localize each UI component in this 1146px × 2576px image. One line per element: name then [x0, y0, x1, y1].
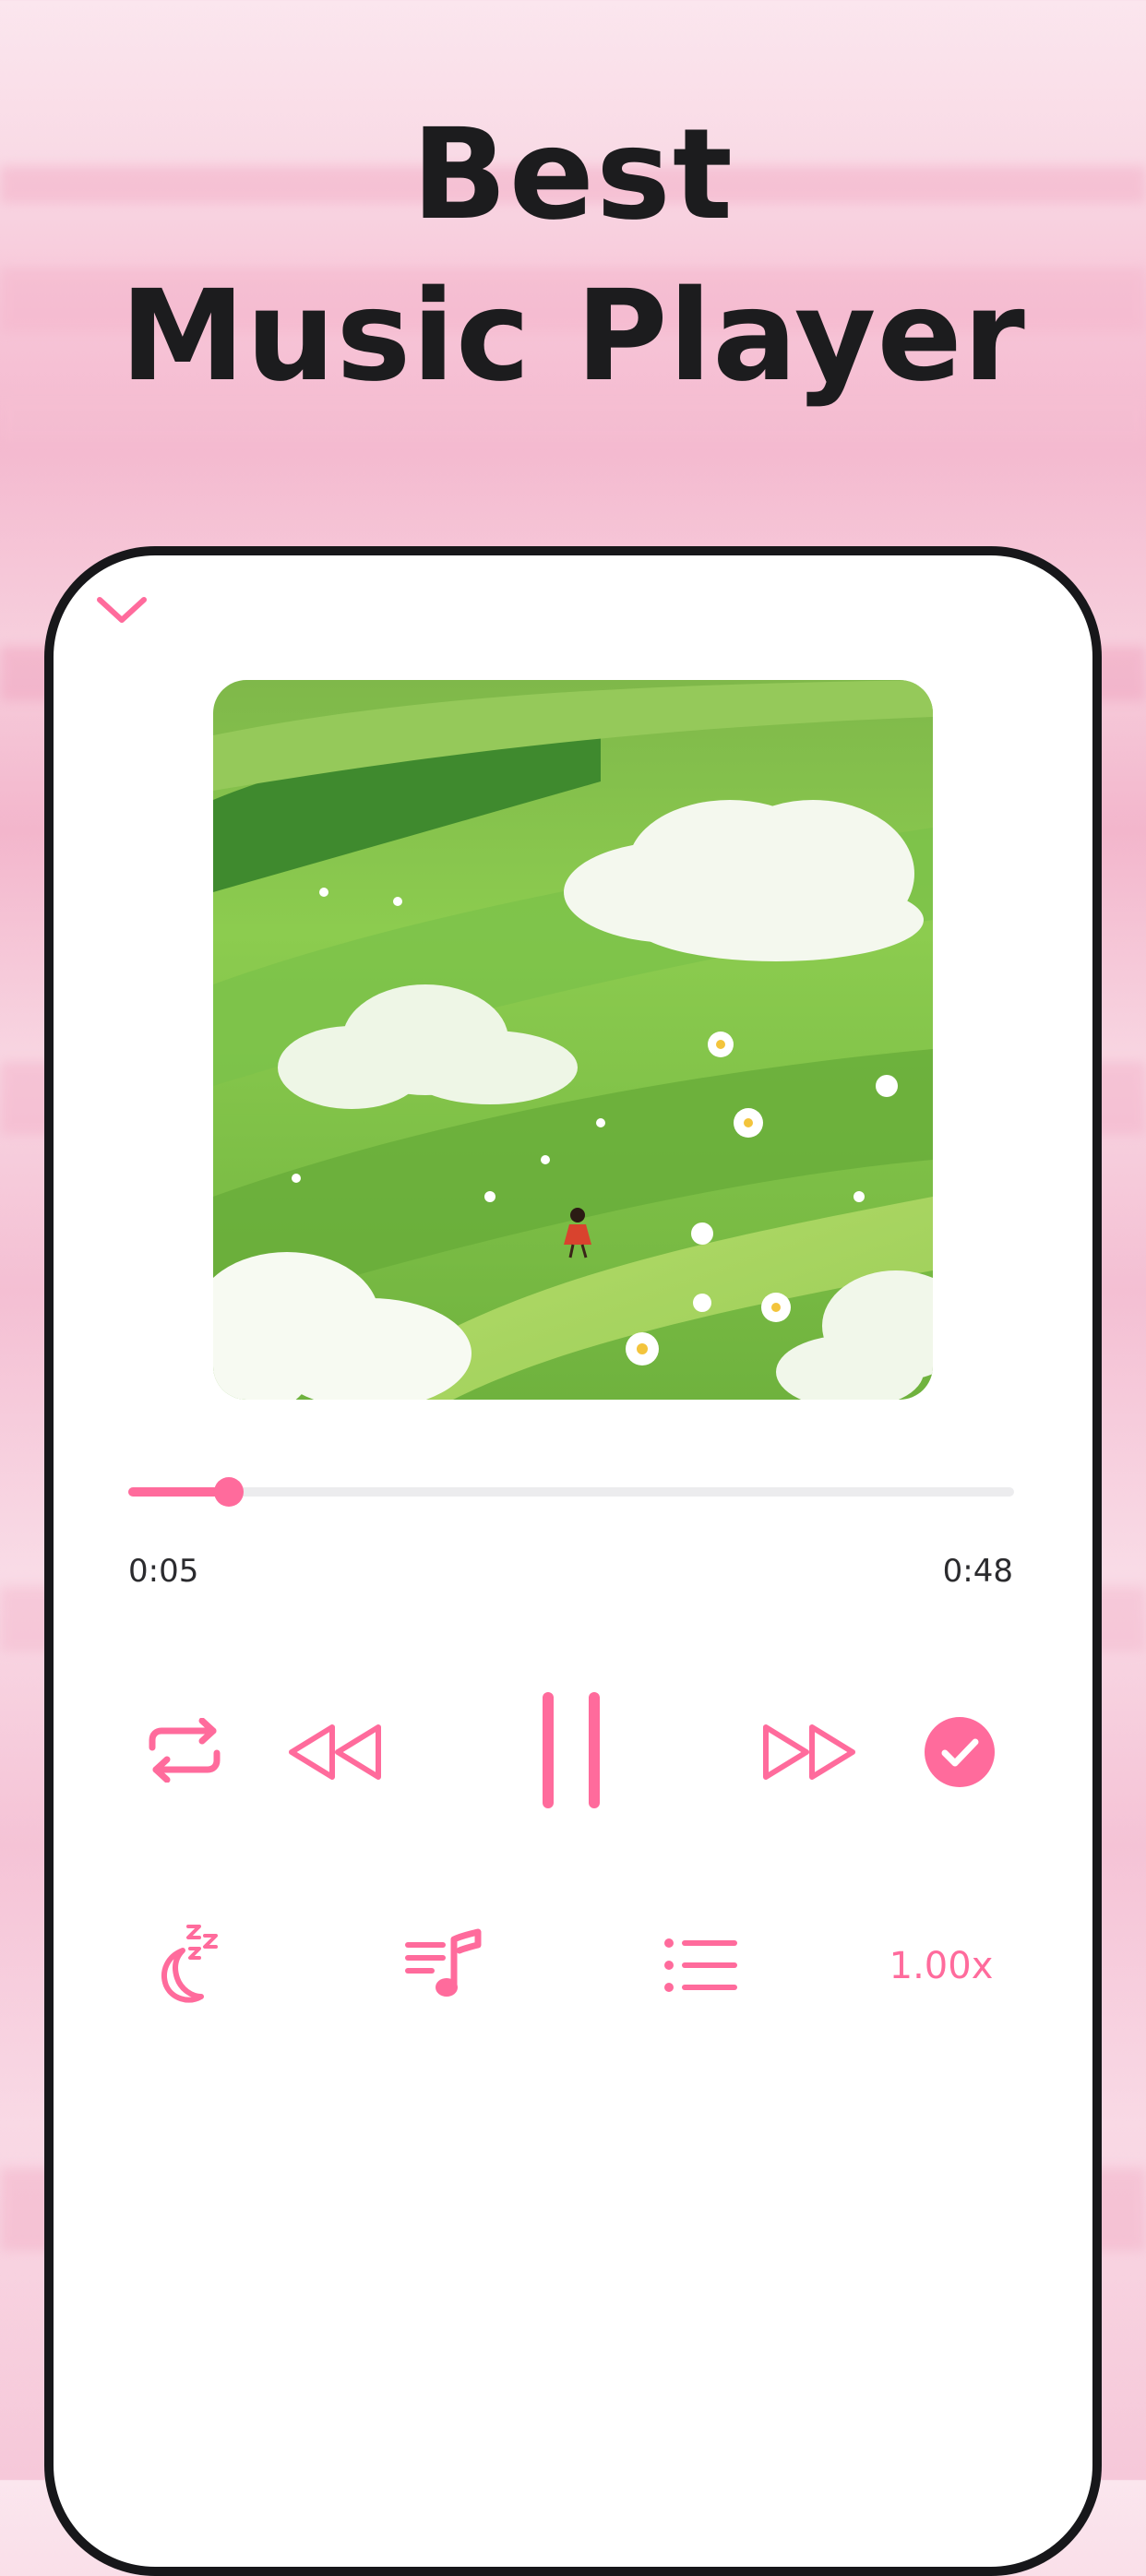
total-time: 0:48 [942, 1553, 1013, 1590]
headline-line-1: Best [412, 102, 734, 248]
sleep-timer-icon[interactable] [148, 1923, 227, 2006]
fast-forward-icon[interactable] [760, 1723, 858, 1781]
elapsed-time: 0:05 [128, 1553, 199, 1590]
check-circle-icon[interactable] [923, 1715, 997, 1789]
progress-slider[interactable] [128, 1477, 1014, 1507]
headline: Best Music Player [0, 101, 1146, 424]
chevron-down-icon[interactable] [92, 590, 151, 631]
queue-list-icon[interactable] [663, 1936, 740, 1995]
lyrics-icon[interactable] [404, 1928, 482, 2002]
album-artwork [213, 680, 933, 1400]
playback-speed-button[interactable]: 1.00x [881, 1945, 1001, 1987]
rewind-icon[interactable] [286, 1723, 384, 1781]
headline-line-2: Music Player [120, 264, 1026, 410]
pause-icon[interactable] [539, 1692, 603, 1808]
repeat-icon[interactable] [143, 1718, 226, 1783]
